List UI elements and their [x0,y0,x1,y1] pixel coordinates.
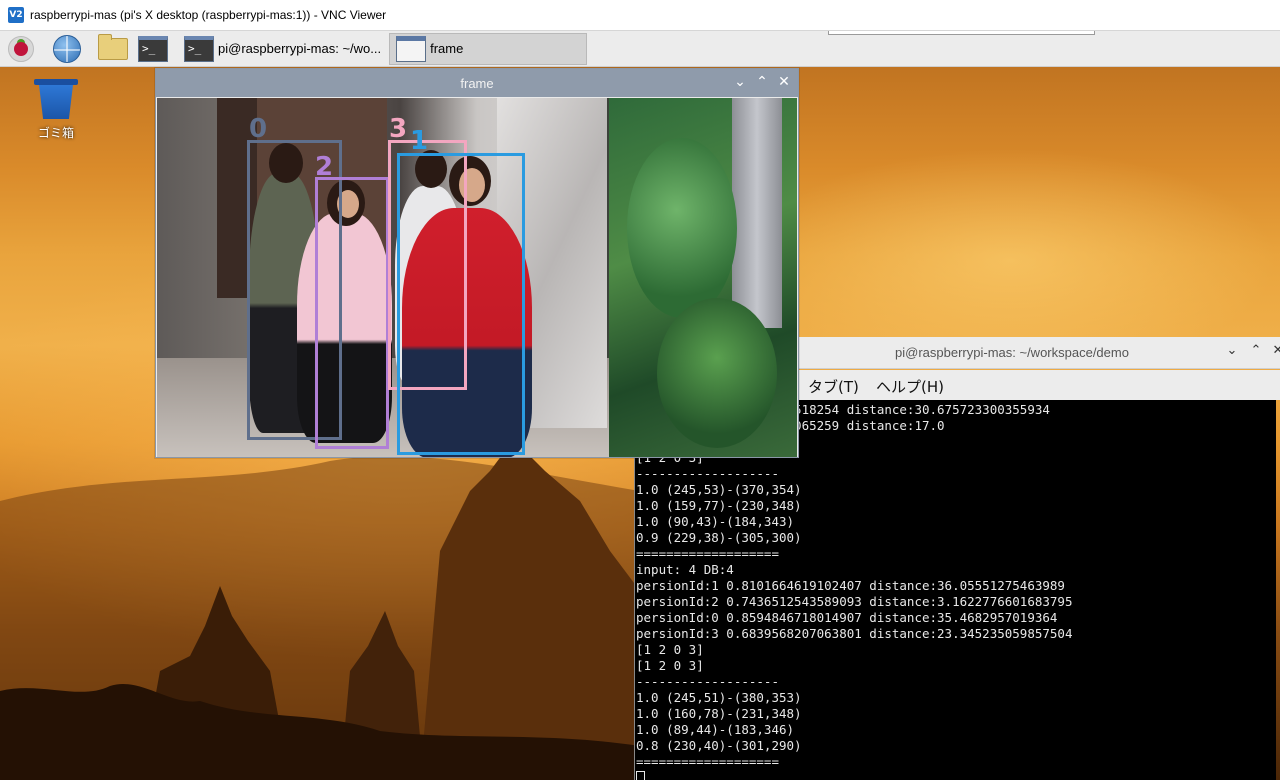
maximize-button[interactable]: ⌃ [754,74,770,90]
desktop: >_ >_ pi@raspberrypi-mas: ~/wo... frame … [0,31,1280,780]
terminal-line: ------------------- [636,466,779,481]
painted-tree [627,138,737,318]
menu-help[interactable]: ヘルプ(H) [876,376,944,397]
minimize-button[interactable]: ⌄ [732,74,748,90]
frame-title: frame [460,76,494,91]
terminal-line: 1.0 (245,53)-(370,354) [636,482,802,497]
terminal-line: ------------------- [636,674,779,689]
taskbar-item-terminal[interactable]: >_ pi@raspberrypi-mas: ~/wo... [178,33,387,65]
taskbar-item-label: pi@raspberrypi-mas: ~/wo... [218,41,382,56]
terminal-line: [1 2 0 3] [636,642,704,657]
maximize-button[interactable]: ⌃ [1248,343,1264,361]
terminal-line: persionId:2 0.7436512543589093 distance:… [636,594,1073,609]
file-manager-launcher[interactable] [96,32,130,66]
taskbar-item-label: frame [430,41,464,56]
castle-tower [732,98,782,328]
terminal-line: 0.9 (229,38)-(305,300) [636,530,802,545]
terminal-line: 1.0 (90,43)-(184,343) [636,514,795,529]
vnc-logo-icon: V2 [8,7,24,23]
vnc-window-title: raspberrypi-mas (pi's X desktop (raspber… [30,8,387,22]
terminal-line: persionId:0 0.8594846718014907 distance:… [636,610,1058,625]
terminal-icon: >_ [138,35,168,62]
detection-box-label: 3 [389,114,408,144]
terminal-line: =================== [636,754,779,769]
detection-box-label: 0 [249,114,268,144]
taskbar-item-frame[interactable]: frame [389,32,588,65]
trash-icon [34,79,78,121]
raspberry-menu-button[interactable] [4,32,38,66]
terminal-icon: >_ [184,35,214,62]
terminal-line: persionId:1 0.8101664619102407 distance:… [636,578,1065,593]
taskbar: >_ >_ pi@raspberrypi-mas: ~/wo... frame [0,31,1280,67]
detection-box [315,177,389,449]
detection-box-label: 2 [315,152,334,182]
terminal-line: 1.0 (89,44)-(183,346) [636,722,795,737]
terminal-launcher[interactable]: >_ [136,32,170,66]
vnc-title-bar: V2 raspberrypi-mas (pi's X desktop (rasp… [0,0,1280,31]
terminal-cursor [636,771,645,780]
terminal-line: input: 4 DB:4 [636,562,734,577]
terminal-line: 1.0 (159,77)-(230,348) [636,498,802,513]
menu-tabs[interactable]: タブ(T) [808,376,859,397]
terminal-line: =================== [636,546,779,561]
folder-icon [98,33,128,60]
trash-label: ゴミ箱 [37,126,74,140]
terminal-line: 0.8 (230,40)-(301,290) [636,738,802,753]
close-button[interactable]: ✕ [776,74,792,90]
taskbar-panel-edge [828,31,1095,35]
terminal-line: persionId:3 0.6839568207063801 distance:… [636,626,1073,641]
trash-desktop-icon[interactable]: ゴミ箱 [26,79,86,141]
raspberry-icon [8,35,34,62]
terminal-cursor-line [636,770,1276,780]
painted-tree [657,298,777,448]
browser-launcher[interactable] [50,32,84,66]
video-frame: 0 2 3 1 [157,98,797,457]
detection-box [397,153,525,455]
detection-box-label: 1 [410,126,429,156]
close-button[interactable]: ✕ [1270,343,1280,361]
terminal-line: [1 2 0 3] [636,658,704,673]
frame-window: frame ⌄ ⌃ ✕ 0 2 3 1 [155,68,799,458]
frame-title-bar[interactable]: frame ⌄ ⌃ ✕ [156,69,798,97]
globe-icon [53,34,81,63]
terminal-line: 1.0 (160,78)-(231,348) [636,706,802,721]
window-icon [396,35,427,62]
terminal-line: 1.0 (245,51)-(380,353) [636,690,802,705]
minimize-button[interactable]: ⌄ [1224,343,1240,361]
